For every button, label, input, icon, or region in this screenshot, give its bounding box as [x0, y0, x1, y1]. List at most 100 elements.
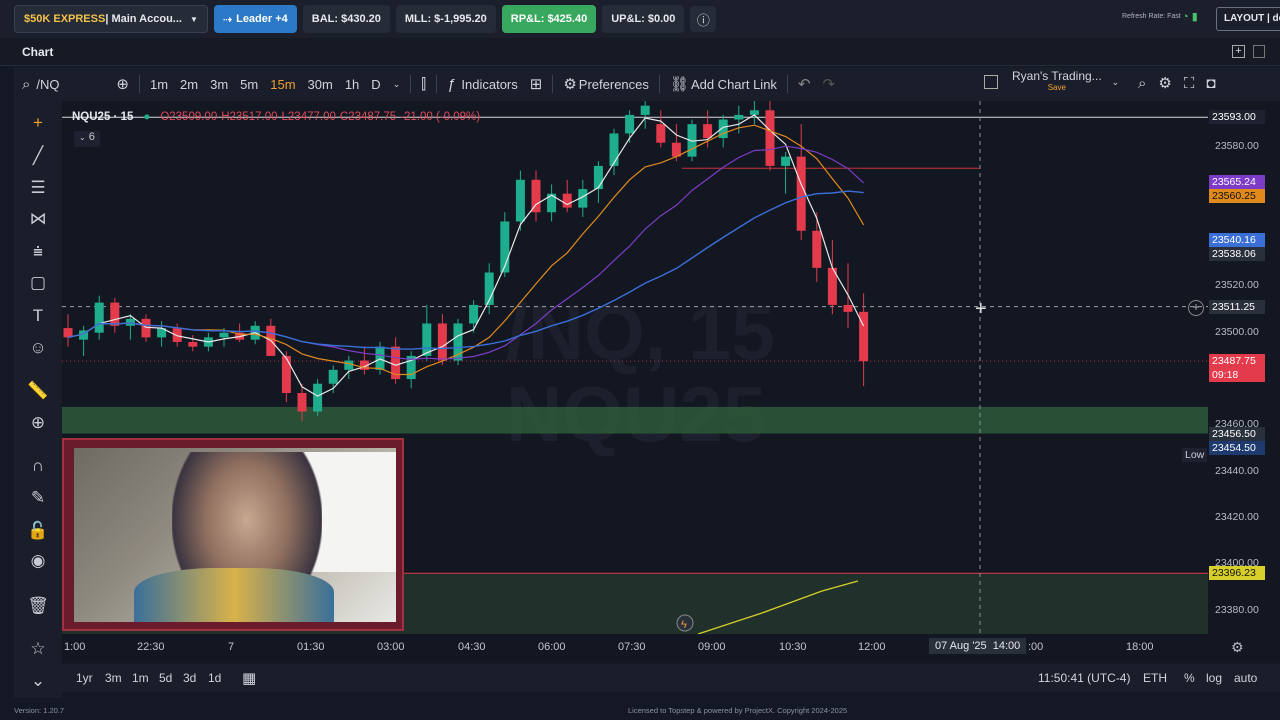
moving-average-line	[67, 124, 865, 376]
range-1m[interactable]: 1m	[132, 671, 149, 685]
candle-body	[110, 302, 120, 326]
separator	[658, 75, 660, 93]
link-icon[interactable]: ⛓	[664, 75, 691, 93]
template-selector[interactable]: Ryan's Trading... Save ⌄	[984, 70, 1120, 93]
camera-icon[interactable]: ◘	[1206, 75, 1215, 92]
zoom-search-icon[interactable]: ⌕	[1138, 75, 1146, 92]
fib-icon[interactable]: ⩧	[26, 242, 50, 266]
add-chart-link-button[interactable]: Add Chart Link	[691, 77, 783, 92]
fx-indicators-icon[interactable]: ƒ	[441, 76, 461, 93]
price-tag: 23565.24	[1209, 174, 1265, 189]
add-panel-icon[interactable]: +	[1232, 45, 1245, 58]
indicator-collapse-toggle[interactable]: ⌄ 6	[74, 131, 100, 147]
price-tag: 23540.16	[1209, 232, 1265, 247]
account-selector[interactable]: $50K EXPRESS | Main Accou... ▼	[14, 5, 208, 33]
gear-icon[interactable]: ⚙	[557, 75, 578, 93]
trend-line-icon[interactable]: ╱	[26, 146, 50, 170]
legend-close: C23487.75	[339, 111, 397, 123]
time-axis-label: 22:30	[137, 641, 165, 653]
interval-15m[interactable]: 15m	[264, 77, 301, 92]
session-toggle[interactable]: ETH	[1143, 671, 1167, 685]
range-5d[interactable]: 5d	[159, 671, 172, 685]
search-icon[interactable]: ⌕	[14, 76, 36, 93]
candle-body	[328, 369, 338, 384]
interval-2m[interactable]: 2m	[174, 77, 204, 92]
chevron-down-icon[interactable]: ⌄	[26, 671, 50, 695]
drawing-toolbar: + ╱ ☰ ⋈ ⩧ ▢ T ☺ 📏 ⊕ ∩ ✎ 🔓 ◉ 🗑 ☆ ⌄	[14, 101, 62, 698]
chevron-down-icon: ▼	[189, 14, 198, 24]
chevron-down-icon[interactable]: ⌄	[387, 79, 407, 90]
shirt	[134, 568, 334, 622]
auto-toggle[interactable]: auto	[1234, 671, 1257, 685]
time-axis-label: 12:00	[858, 641, 886, 653]
eye-icon[interactable]: ◉	[26, 551, 50, 575]
gear-icon[interactable]: ⚙	[1158, 74, 1171, 92]
candle-body	[812, 230, 822, 268]
interval-1m[interactable]: 1m	[144, 77, 174, 92]
calendar-icon[interactable]: ▦	[242, 669, 256, 687]
candle-body	[375, 346, 385, 370]
separator	[410, 75, 412, 93]
tab-chart[interactable]: Chart	[22, 45, 53, 59]
emoji-icon[interactable]: ☺	[26, 338, 50, 362]
interval-5m[interactable]: 5m	[234, 77, 264, 92]
maximize-icon[interactable]	[1253, 45, 1265, 58]
candle-body	[562, 193, 572, 208]
trash-icon[interactable]: 🗑	[26, 596, 50, 620]
templates-grid-icon[interactable]: ⊞	[524, 75, 549, 93]
zoom-in-icon[interactable]: ⊕	[26, 413, 50, 437]
interval-1h[interactable]: 1h	[339, 77, 365, 92]
indicators-button[interactable]: Indicators	[461, 77, 523, 92]
legend-symbol[interactable]: NQU25 · 15	[72, 111, 133, 123]
range-3m[interactable]: 3m	[105, 671, 122, 685]
compare-add-icon[interactable]: ⊕	[110, 75, 135, 93]
preferences-button[interactable]: Preferences	[579, 77, 655, 92]
redo-icon[interactable]: ↷	[817, 75, 842, 93]
checkbox-icon[interactable]	[984, 75, 998, 89]
interval-d[interactable]: D	[365, 77, 386, 92]
candle-body	[765, 110, 775, 166]
candle-body	[219, 332, 229, 338]
range-3d[interactable]: 3d	[183, 671, 196, 685]
fullscreen-icon[interactable]: ⛶	[1184, 75, 1195, 92]
chevron-down-icon: ⌄	[79, 133, 86, 142]
ruler-icon[interactable]: 📏	[26, 381, 50, 405]
rectangle-icon[interactable]: ▢	[26, 273, 50, 297]
realized-pnl-badge: RP&L: $425.40	[501, 5, 597, 33]
time-axis-label: 7	[228, 641, 235, 653]
range-1yr[interactable]: 1yr	[76, 671, 93, 685]
chart-toolbar: ⌕ /NQ ⊕ 1m 2m 3m 5m 15m 30m 1h D ⌄ ⫿ ƒ I…	[14, 67, 1280, 101]
time-axis-label: 06:00	[538, 641, 566, 653]
undo-icon[interactable]: ↶	[792, 75, 817, 93]
separator	[436, 75, 438, 93]
percent-toggle[interactable]: %	[1184, 671, 1195, 685]
horizontal-lines-icon[interactable]: ☰	[26, 178, 50, 202]
clock-label[interactable]: 11:50:41 (UTC-4)	[1038, 671, 1130, 685]
time-axis-label: 10:30	[779, 641, 807, 653]
pencil-lock-icon[interactable]: ✎	[26, 488, 50, 512]
symbol-search[interactable]: /NQ	[36, 77, 110, 92]
price-tag: 23538.06	[1209, 246, 1265, 261]
range-1d[interactable]: 1d	[208, 671, 221, 685]
text-icon[interactable]: T	[26, 306, 50, 330]
chevron-down-icon[interactable]: ⌄	[1112, 77, 1120, 88]
star-icon[interactable]: ☆	[26, 639, 50, 663]
log-toggle[interactable]: log	[1206, 671, 1222, 685]
magnet-icon[interactable]: ∩	[26, 456, 50, 480]
price-axis-label: 23500.00	[1215, 325, 1259, 338]
template-save-link[interactable]: Save	[1012, 82, 1102, 93]
separator	[786, 75, 788, 93]
lock-icon[interactable]: 🔓	[26, 521, 50, 545]
add-order-icon[interactable]: +	[1188, 300, 1204, 316]
interval-30m[interactable]: 30m	[302, 77, 339, 92]
pattern-icon[interactable]: ⋈	[26, 209, 50, 233]
time-axis[interactable]	[62, 634, 1280, 660]
leader-button[interactable]: ⇢ Leader +4	[213, 5, 297, 33]
version-label: Version: 1.20.7	[14, 706, 65, 715]
interval-3m[interactable]: 3m	[204, 77, 234, 92]
candles-type-icon[interactable]: ⫿	[415, 76, 432, 93]
info-icon[interactable]: ⓘ	[690, 6, 717, 32]
crosshair-icon[interactable]: +	[26, 113, 50, 137]
layout-button[interactable]: LAYOUT | de	[1216, 7, 1280, 31]
gear-icon[interactable]: ⚙	[1231, 639, 1244, 656]
